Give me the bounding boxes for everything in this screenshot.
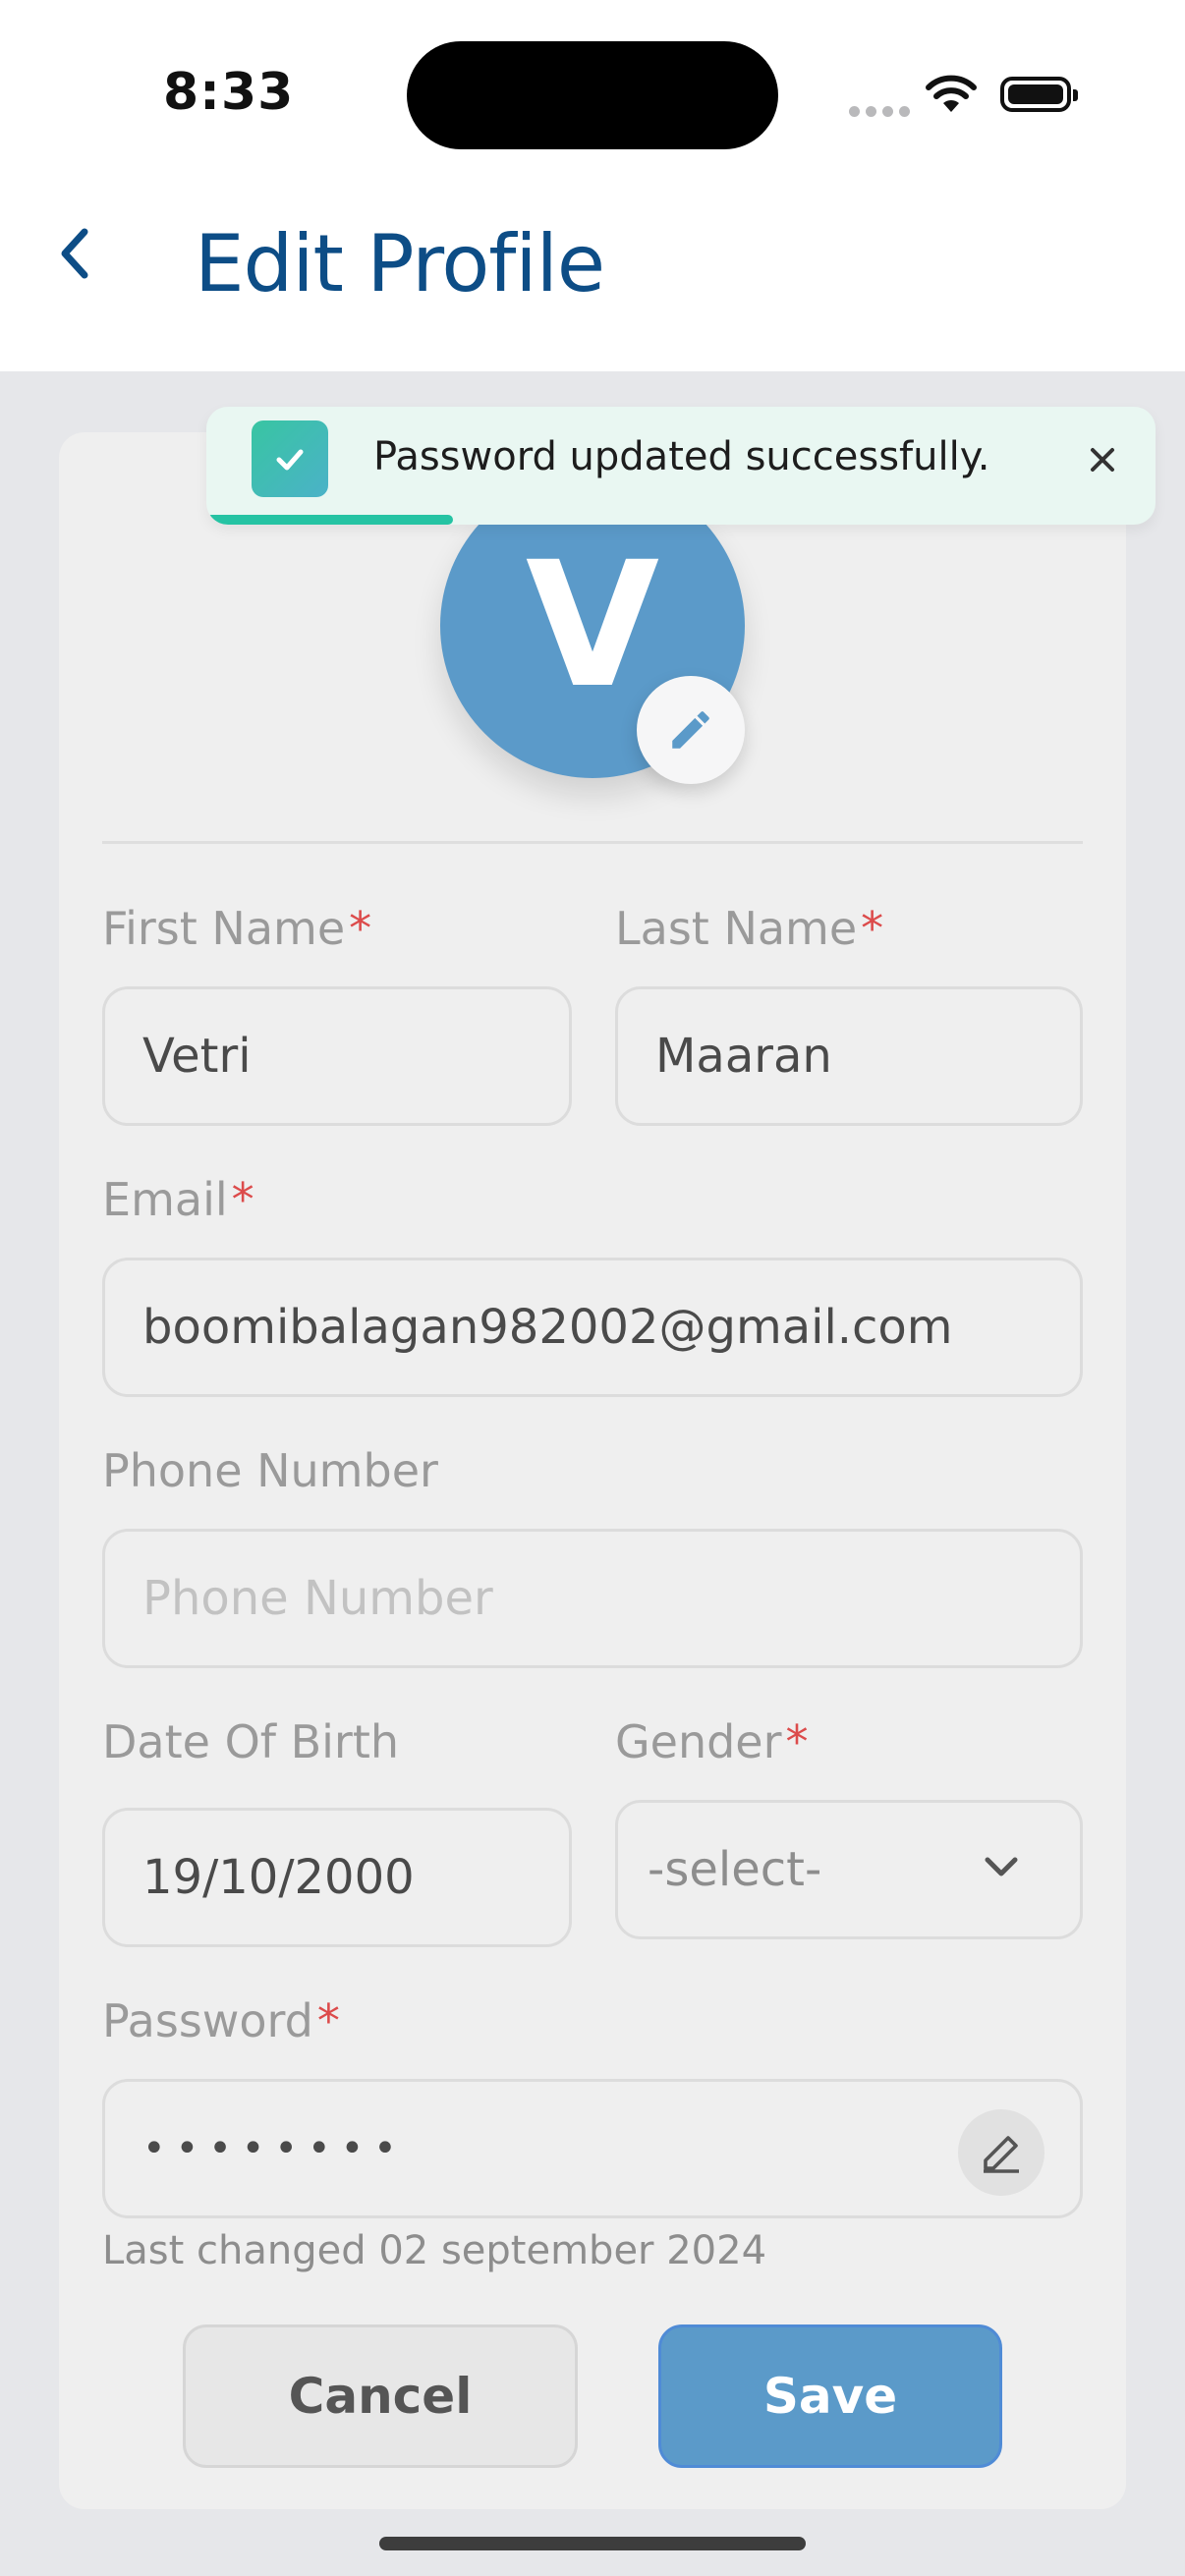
password-field: •••••••• — [102, 2079, 1083, 2218]
password-label-text: Password — [102, 1994, 313, 2047]
toast-message: Password updated successfully. — [373, 434, 990, 479]
cellular-signal-icon — [849, 102, 916, 121]
required-marker: * — [785, 1715, 809, 1768]
toast-close-button[interactable] — [1083, 440, 1122, 479]
phone-label: Phone Number — [102, 1444, 438, 1497]
required-marker: * — [231, 1173, 254, 1226]
home-indicator[interactable] — [379, 2537, 806, 2550]
back-button[interactable] — [55, 224, 114, 303]
last-name-label: Last Name* — [615, 902, 883, 955]
check-icon — [276, 449, 304, 471]
password-value: •••••••• — [142, 2126, 407, 2171]
password-last-changed: Last changed 02 september 2024 — [102, 2228, 767, 2273]
gender-value: -select- — [648, 1842, 822, 1897]
email-label: Email* — [102, 1173, 254, 1226]
dob-value: 19/10/2000 — [142, 1850, 415, 1905]
last-name-field[interactable]: Maaran — [615, 986, 1083, 1126]
required-marker: * — [349, 902, 372, 955]
back-chevron-icon — [61, 228, 88, 279]
required-marker: * — [316, 1994, 340, 2047]
dynamic-island — [407, 41, 778, 149]
email-value: boomibalagan982002@gmail.com — [142, 1300, 953, 1355]
email-field[interactable]: boomibalagan982002@gmail.com — [102, 1258, 1083, 1397]
edit-pencil-icon — [984, 2136, 1019, 2173]
page-title: Edit Profile — [195, 218, 605, 309]
date-of-birth-field[interactable]: 19/10/2000 — [102, 1808, 572, 1947]
divider — [102, 841, 1083, 844]
battery-icon — [1000, 77, 1078, 112]
email-label-text: Email — [102, 1173, 228, 1226]
gender-label: Gender* — [615, 1715, 809, 1768]
phone-placeholder: Phone Number — [142, 1571, 493, 1626]
first-name-field[interactable]: Vetri — [102, 986, 572, 1126]
toast-progress-bar — [206, 515, 454, 525]
required-marker: * — [861, 902, 884, 955]
first-name-value: Vetri — [142, 1029, 252, 1084]
gender-label-text: Gender — [615, 1715, 782, 1768]
last-name-label-text: Last Name — [615, 902, 858, 955]
save-button[interactable]: Save — [658, 2324, 1002, 2468]
change-password-button[interactable] — [958, 2109, 1044, 2196]
wifi-icon — [924, 73, 979, 118]
app-header: 8:33 Edit Profile — [0, 0, 1185, 371]
pencil-icon — [672, 711, 709, 749]
gender-select[interactable]: -select- — [615, 1800, 1083, 1939]
first-name-label: First Name* — [102, 902, 371, 955]
success-toast: Password updated successfully. — [206, 407, 1156, 525]
close-icon — [1091, 448, 1114, 472]
last-name-value: Maaran — [655, 1029, 832, 1084]
first-name-label-text: First Name — [102, 902, 346, 955]
cancel-button[interactable]: Cancel — [183, 2324, 578, 2468]
avatar-edit-button[interactable] — [637, 676, 745, 784]
dob-label: Date Of Birth — [102, 1715, 400, 1768]
status-time: 8:33 — [163, 63, 295, 122]
phone-number-field[interactable]: Phone Number — [102, 1529, 1083, 1668]
toast-check-badge — [252, 420, 328, 497]
password-label: Password* — [102, 1994, 340, 2047]
chevron-down-icon — [985, 1857, 1018, 1876]
